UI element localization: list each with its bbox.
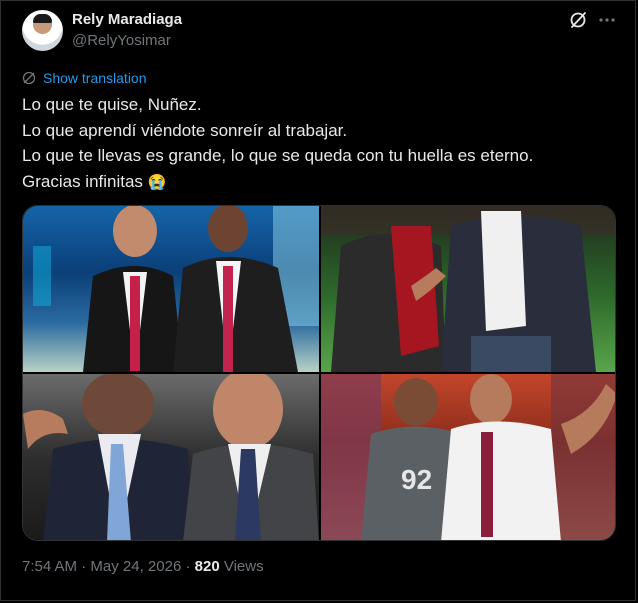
views-label: Views xyxy=(223,558,264,575)
tweet-line: Lo que te quise, Nuñez. xyxy=(22,95,202,114)
show-translation[interactable]: Show translation xyxy=(22,69,147,87)
more-icon[interactable] xyxy=(598,11,616,29)
tweet-line: Lo que te llevas es grande, lo que se qu… xyxy=(22,146,534,165)
photo-1[interactable] xyxy=(23,206,319,372)
tweet-line: Gracias infinitas xyxy=(22,171,143,191)
media-grid: 92 xyxy=(22,205,616,541)
photo-3[interactable] xyxy=(23,374,319,540)
crying-emoji: 😭 xyxy=(147,173,167,191)
tweet-line-last: Gracias infinitas 😭 xyxy=(22,169,622,196)
author-handle[interactable]: @RelyYosimar xyxy=(72,32,171,49)
globe-icon xyxy=(22,71,36,85)
photo-2[interactable] xyxy=(321,206,615,372)
tweet-meta: 7:54 AM · May 24, 2026 · 820 Views xyxy=(22,558,264,575)
tweet-card: Rely Maradiaga @RelyYosimar Show transla… xyxy=(0,0,636,601)
avatar[interactable] xyxy=(22,10,63,51)
photo-4[interactable]: 92 xyxy=(321,374,615,540)
tweet-text: Lo que te quise, Nuñez. Lo que aprendí v… xyxy=(22,92,622,195)
meta-separator: · xyxy=(81,558,87,575)
show-translation-label[interactable]: Show translation xyxy=(43,70,147,86)
tweet-line: Lo que aprendí viéndote sonreír al traba… xyxy=(22,120,348,140)
author-display-name[interactable]: Rely Maradiaga xyxy=(72,11,182,28)
grok-icon[interactable] xyxy=(568,10,588,30)
tweet-time[interactable]: 7:54 AM xyxy=(22,558,77,575)
svg-text:92: 92 xyxy=(401,464,432,495)
views-count: 820 xyxy=(194,558,220,575)
tweet-date[interactable]: May 24, 2026 xyxy=(90,558,181,575)
meta-separator: · xyxy=(185,558,191,575)
